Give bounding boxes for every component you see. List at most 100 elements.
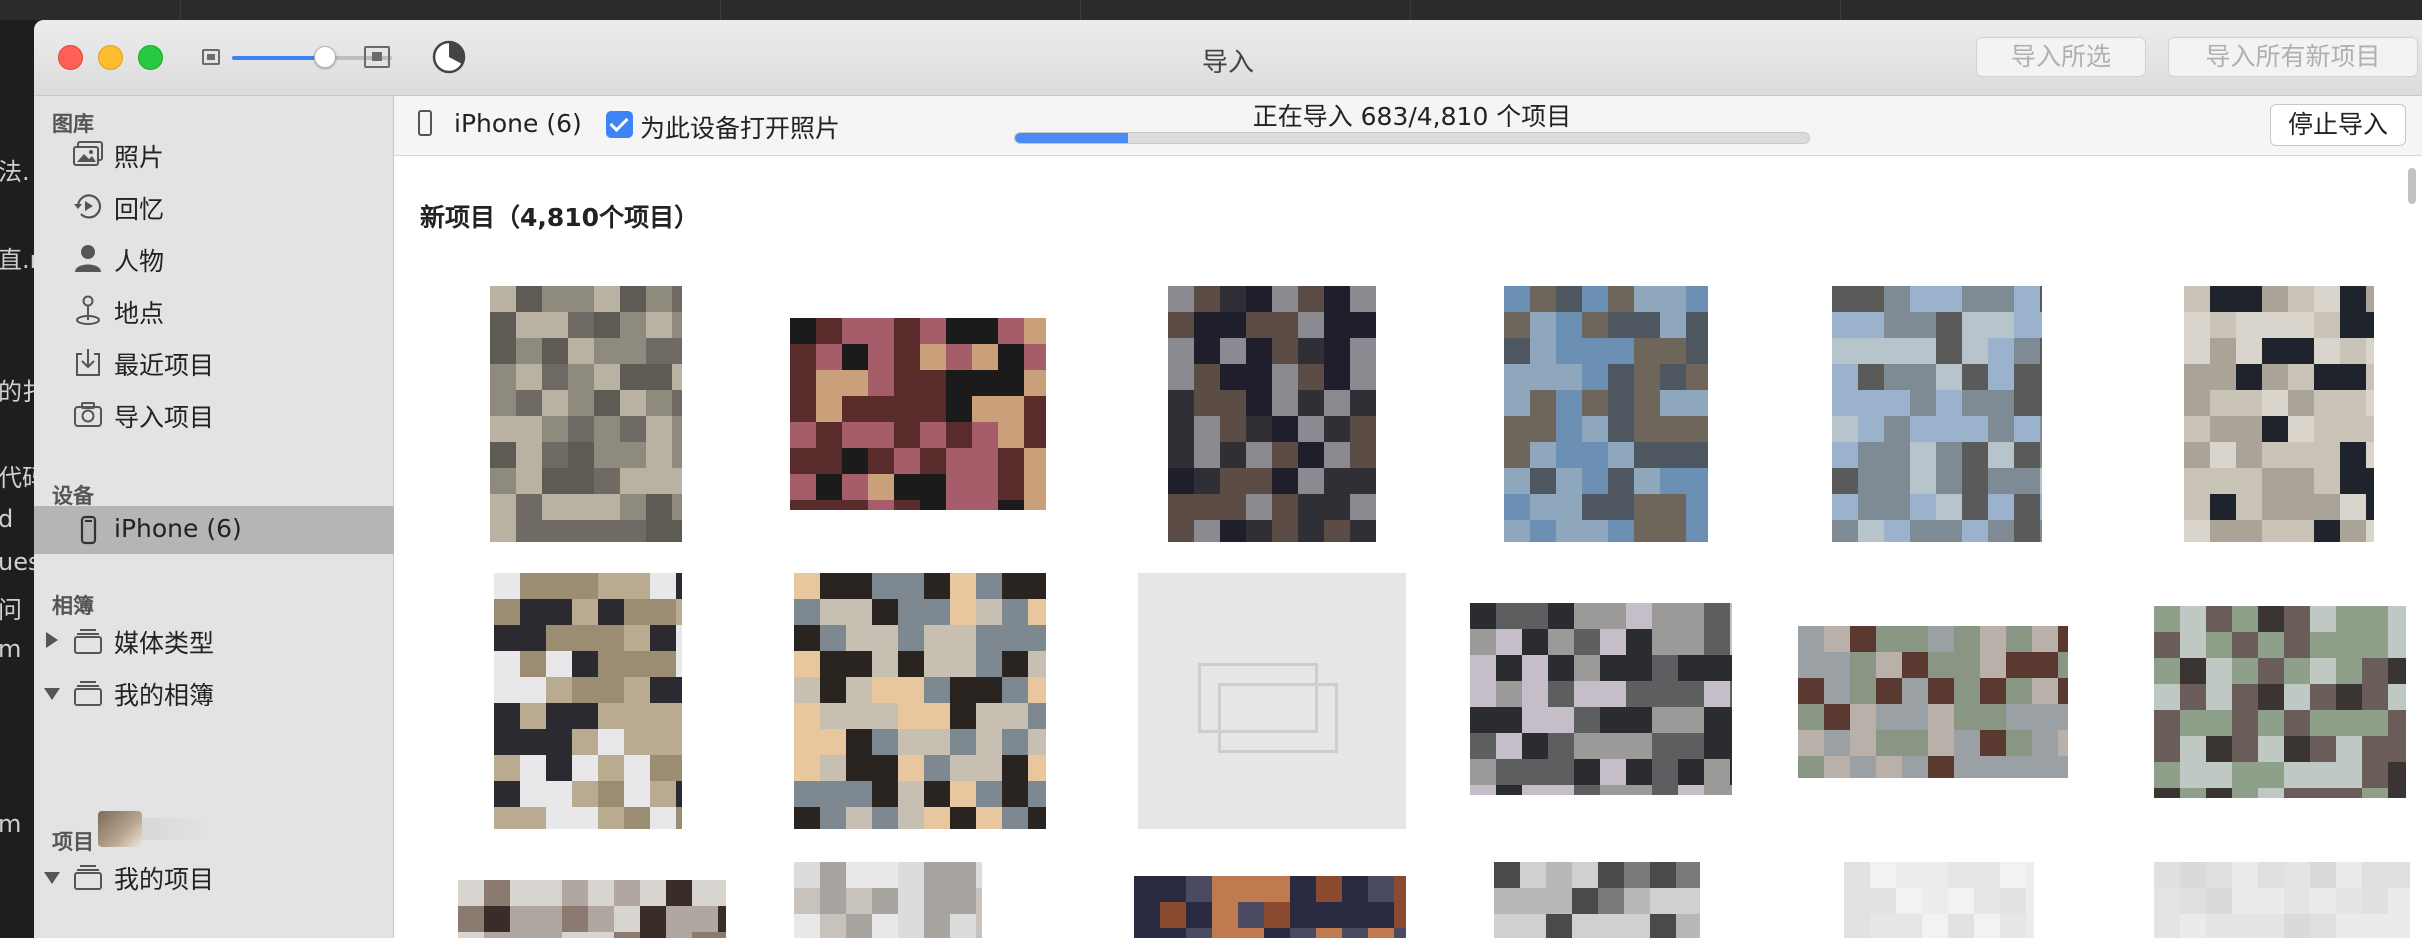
pixelated-tile	[790, 448, 816, 474]
photo-thumbnail[interactable]	[1134, 876, 1406, 938]
pixelated-tile	[1678, 681, 1704, 707]
pixelated-tile	[620, 468, 646, 494]
pixelated-tile	[1598, 862, 1624, 888]
sidebar-item-my-projects[interactable]: 我的项目	[34, 852, 394, 900]
stop-import-button[interactable]: 停止导入	[2270, 104, 2406, 146]
pixelated-tile	[2184, 468, 2210, 494]
pixelated-tile	[2210, 520, 2236, 542]
sidebar-item-memories[interactable]: 回忆	[34, 182, 394, 230]
pixelated-tile	[2314, 286, 2340, 312]
photo-thumbnail[interactable]	[794, 862, 982, 938]
pixelated-tile	[846, 573, 872, 599]
iphone-icon	[418, 110, 432, 136]
sidebar-item-people[interactable]: 人物	[34, 234, 394, 282]
sidebar-item-photos[interactable]: 照片	[34, 130, 394, 178]
pixelated-tile	[1134, 902, 1160, 928]
photo-thumbnail[interactable]	[1798, 626, 2068, 778]
photo-thumbnail[interactable]	[1470, 603, 1732, 795]
disclosure-triangle-icon[interactable]	[44, 688, 60, 700]
pixelated-tile	[1298, 338, 1324, 364]
pixelated-tile	[2154, 762, 2180, 788]
pixelated-tile	[1530, 520, 1556, 542]
pixelated-tile	[1186, 876, 1212, 902]
photo-thumbnail[interactable]	[2154, 862, 2410, 938]
sidebar-item-media-types[interactable]: 媒体类型	[34, 616, 394, 664]
photo-thumbnail[interactable]	[494, 573, 682, 829]
pixelated-tile	[568, 416, 594, 442]
open-photos-checkbox-label[interactable]: 为此设备打开照片	[640, 109, 840, 145]
sidebar-item-places[interactable]: 地点	[34, 286, 394, 334]
sidebar-item-my-albums[interactable]: 我的相簿	[34, 668, 394, 716]
placeholder-frame-icon	[1218, 683, 1338, 753]
pixelated-tile	[598, 781, 624, 807]
pixelated-tile	[794, 862, 820, 888]
photo-thumbnail[interactable]	[1832, 286, 2042, 542]
pixelated-tile	[1504, 390, 1530, 416]
pixelated-tile	[620, 442, 646, 468]
photo-thumbnail[interactable]	[490, 286, 682, 542]
vertical-scrollbar[interactable]	[2406, 160, 2418, 938]
pixelated-tile	[946, 448, 972, 474]
pixelated-tile	[1556, 286, 1582, 312]
import-selected-button[interactable]: 导入所选	[1976, 37, 2146, 77]
pixelated-tile	[676, 729, 682, 755]
pixelated-tile	[1884, 442, 1910, 468]
pixelated-tile	[490, 390, 516, 416]
pixelated-tile	[646, 286, 672, 312]
photo-thumbnail[interactable]	[458, 880, 726, 938]
pixelated-tile	[650, 651, 676, 677]
pixelated-tile	[1298, 286, 1324, 312]
scrollbar-thumb[interactable]	[2408, 168, 2416, 204]
photo-thumbnail[interactable]	[1168, 286, 1376, 542]
disclosure-triangle-icon[interactable]	[46, 632, 58, 648]
pixelated-tile	[1876, 678, 1902, 704]
sidebar-item-imports[interactable]: 导入项目	[34, 390, 394, 438]
pixelated-tile	[1168, 416, 1194, 442]
pixelated-tile	[594, 286, 620, 312]
pixelated-tile	[624, 677, 650, 703]
pixelated-tile	[672, 338, 682, 364]
pixelated-tile	[2180, 684, 2206, 710]
photo-thumbnail[interactable]	[2184, 286, 2374, 542]
photo-thumbnail[interactable]	[2154, 606, 2406, 798]
pixelated-tile	[1220, 364, 1246, 390]
pixelated-tile	[1910, 338, 1936, 364]
pixelated-tile	[872, 573, 898, 599]
pixelated-tile	[2388, 658, 2406, 684]
pixelated-tile	[1572, 888, 1598, 914]
loading-photo-placeholder[interactable]	[1138, 573, 1406, 829]
pixelated-tile	[484, 880, 510, 906]
album-thumbnail[interactable]	[98, 811, 142, 847]
pixelated-tile	[1470, 655, 1496, 681]
pixelated-tile	[2210, 416, 2236, 442]
pixelated-tile	[946, 422, 972, 448]
pixelated-tile	[542, 364, 568, 390]
open-photos-checkbox[interactable]	[606, 111, 633, 138]
pixelated-tile	[1608, 442, 1634, 468]
pixelated-tile	[816, 500, 842, 510]
pixelated-tile	[1686, 468, 1708, 494]
pixelated-tile	[666, 906, 692, 932]
sidebar-item-recent[interactable]: 最近项目	[34, 338, 394, 386]
import-all-new-button[interactable]: 导入所有新项目	[2168, 37, 2418, 77]
pixelated-tile	[2362, 888, 2388, 914]
photo-thumbnail[interactable]	[1494, 862, 1700, 938]
pixelated-tile	[1212, 928, 1238, 938]
pixelated-tile	[820, 914, 846, 938]
pixelated-tile	[898, 573, 924, 599]
pixelated-tile	[924, 677, 950, 703]
sidebar-item-iphone[interactable]: iPhone (6)	[34, 506, 394, 554]
photo-thumbnail[interactable]	[794, 573, 1046, 829]
pixelated-tile	[2058, 678, 2068, 704]
pixelated-tile	[1272, 494, 1298, 520]
pixelated-tile	[820, 862, 846, 888]
pixelated-tile	[2366, 338, 2374, 364]
photo-thumbnail[interactable]	[790, 318, 1046, 510]
photo-thumbnail[interactable]	[1844, 862, 2034, 938]
disclosure-triangle-icon[interactable]	[44, 872, 60, 884]
photo-thumbnail[interactable]	[1504, 286, 1708, 542]
pixelated-tile	[1858, 312, 1884, 338]
pixelated-tile	[1350, 468, 1376, 494]
pixelated-tile	[2206, 606, 2232, 632]
pixelated-tile	[1858, 286, 1884, 312]
